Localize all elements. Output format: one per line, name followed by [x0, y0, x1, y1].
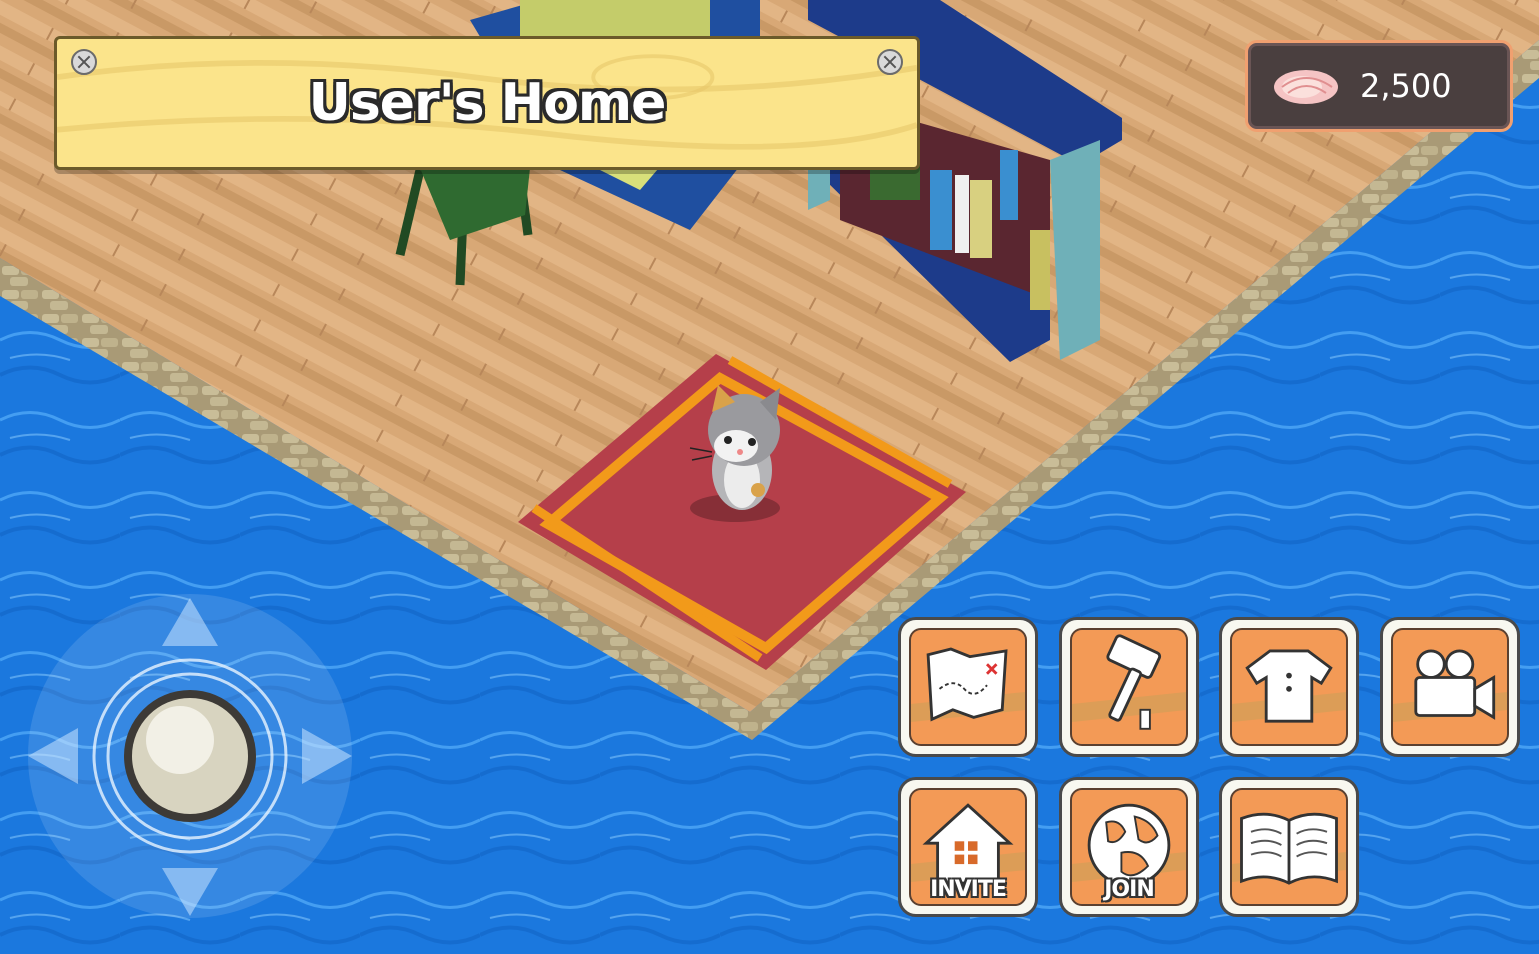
camera-button[interactable]	[1380, 617, 1520, 757]
clothes-button[interactable]	[1219, 617, 1359, 757]
join-label: JOIN	[1104, 877, 1155, 902]
treasure-map-icon	[926, 647, 1008, 722]
shirt-icon	[1245, 649, 1333, 723]
hammer-icon	[1106, 634, 1162, 730]
build-button[interactable]	[1059, 617, 1199, 757]
book-button[interactable]	[1219, 777, 1359, 917]
currency-display: 2,500	[1245, 40, 1513, 132]
seashell-icon	[1274, 70, 1338, 104]
video-camera-icon	[1414, 649, 1496, 720]
join-button[interactable]: JOIN	[1059, 777, 1199, 917]
location-title: User's Home	[308, 73, 667, 133]
currency-amount: 2,500	[1360, 67, 1452, 105]
location-title-board: User's Home	[54, 36, 920, 170]
joystick-knob[interactable]	[124, 690, 256, 822]
invite-button[interactable]: INVITE	[898, 777, 1038, 917]
virtual-joystick[interactable]	[22, 592, 358, 928]
map-button[interactable]	[898, 617, 1038, 757]
open-book-icon	[1240, 812, 1338, 885]
invite-label: INVITE	[930, 877, 1007, 902]
